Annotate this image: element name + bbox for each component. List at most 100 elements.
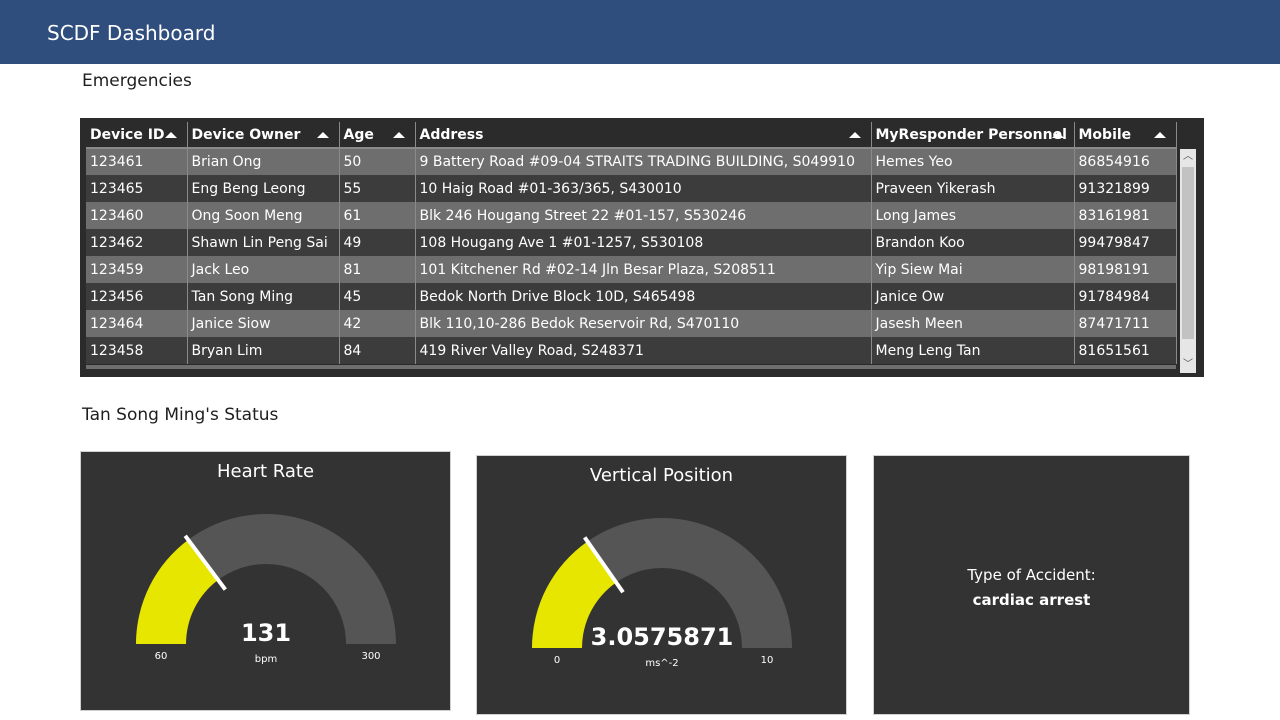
- vertical-position-gauge: 3.0575871 ms^-2 0 10: [532, 518, 792, 669]
- table-row[interactable]: 123456 Tan Song Ming 45 Bedok North Drive B…: [86, 283, 1177, 310]
- status-title: Tan Song Ming's Status: [82, 405, 279, 425]
- table-cell: Eng Beng Leong: [187, 175, 340, 202]
- table-cell: 49: [339, 229, 416, 256]
- column-header-label: Mobile: [1078, 126, 1132, 143]
- table-cell: Janice Siow: [187, 310, 340, 337]
- column-header[interactable]: Mobile: [1074, 122, 1177, 148]
- column-header[interactable]: Device Owner: [187, 122, 340, 148]
- table-row[interactable]: 123464 Janice Siow 42 Blk 110,10-286 Bedok …: [86, 310, 1177, 337]
- gauge-min-label: 60: [155, 651, 168, 662]
- column-header-label: Device Owner: [191, 126, 301, 143]
- table-row[interactable]: 123461 Brian Ong 50 9 Battery Road #09-04 S…: [86, 147, 1177, 175]
- table-cell: Hemes Yeo: [871, 147, 1075, 175]
- column-header-label: MyResponder Personnel: [875, 126, 1067, 143]
- vertical-position-card: Vertical Position 3.0575871 ms^-2 0 10: [476, 455, 847, 715]
- table-cell: Yip Siew Mai: [871, 256, 1075, 283]
- accident-type-value: cardiac arrest: [972, 591, 1091, 609]
- table-cell: 55: [339, 175, 416, 202]
- table-cell: 99479847: [1074, 229, 1177, 256]
- table-row[interactable]: 123458 Bryan Lim 84 419 River Valley Road, …: [86, 337, 1177, 364]
- gauge-unit: ms^-2: [645, 658, 678, 669]
- sort-ascending-icon[interactable]: [316, 132, 329, 138]
- table-cell: Ong Soon Meng: [187, 202, 340, 229]
- column-header-label: Address: [419, 126, 484, 143]
- table-cell: Jack Leo: [187, 256, 340, 283]
- table-cell: Tan Song Ming: [187, 283, 340, 310]
- table-cell: Blk 246 Hougang Street 22 #01-157, S5302…: [415, 202, 872, 229]
- table-cell: 42: [339, 310, 416, 337]
- table-cell: 123456: [86, 283, 188, 310]
- table-cell: 123459: [86, 256, 188, 283]
- table-cell: 9 Battery Road #09-04 STRAITS TRADING BU…: [415, 147, 872, 175]
- table-cell: 45: [339, 283, 416, 310]
- table-cell: 84: [339, 337, 416, 364]
- column-header[interactable]: MyResponder Personnel: [871, 122, 1075, 148]
- table-scrollbar[interactable]: ︿ ﹀: [1180, 149, 1196, 373]
- gauge-value: 131: [241, 619, 291, 647]
- app-title: SCDF Dashboard: [47, 21, 216, 45]
- emergencies-table: Device ID Device Owner Age Address MyRespond…: [80, 118, 1204, 377]
- table-cell: 87471711: [1074, 310, 1177, 337]
- table-header-row: Device ID Device Owner Age Address MyRespond…: [86, 122, 1177, 148]
- sort-ascending-icon[interactable]: [1051, 132, 1064, 138]
- table-cell: 10 Haig Road #01-363/365, S430010: [415, 175, 872, 202]
- table-row[interactable]: 123460 Ong Soon Meng 61 Blk 246 Hougang Str…: [86, 202, 1177, 229]
- column-header[interactable]: Age: [339, 122, 416, 148]
- column-header[interactable]: Address: [415, 122, 872, 148]
- table-cell: Long James: [871, 202, 1075, 229]
- sort-ascending-icon[interactable]: [1153, 132, 1166, 138]
- scroll-up-icon[interactable]: ︿: [1183, 152, 1193, 162]
- gauge-max-label: 300: [361, 651, 380, 662]
- table-bottom-strip: [86, 365, 1176, 369]
- table-cell: 123464: [86, 310, 188, 337]
- scroll-down-icon[interactable]: ﹀: [1183, 360, 1193, 370]
- table-cell: Janice Ow: [871, 283, 1075, 310]
- table-cell: Bedok North Drive Block 10D, S465498: [415, 283, 872, 310]
- table-cell: Meng Leng Tan: [871, 337, 1075, 364]
- scroll-thumb[interactable]: [1182, 167, 1194, 339]
- table-cell: 91784984: [1074, 283, 1177, 310]
- gauge-max-label: 10: [761, 655, 774, 666]
- table-cell: 101 Kitchener Rd #02-14 Jln Besar Plaza,…: [415, 256, 872, 283]
- top-bar: SCDF Dashboard: [0, 0, 1280, 64]
- accident-type-label: Type of Accident:: [967, 566, 1096, 584]
- table-cell: 123461: [86, 147, 188, 175]
- table-cell: 98198191: [1074, 256, 1177, 283]
- table-body: 123461 Brian Ong 50 9 Battery Road #09-04 S…: [86, 147, 1177, 364]
- table-cell: 419 River Valley Road, S248371: [415, 337, 872, 364]
- gauge-unit: bpm: [255, 654, 277, 665]
- table-cell: 83161981: [1074, 202, 1177, 229]
- sort-ascending-icon[interactable]: [848, 132, 861, 138]
- gauge-min-label: 0: [554, 655, 560, 666]
- heart-rate-gauge: 131 bpm 60 300: [136, 514, 396, 665]
- table-cell: Bryan Lim: [187, 337, 340, 364]
- table-cell: 108 Hougang Ave 1 #01-1257, S530108: [415, 229, 872, 256]
- table-cell: 123465: [86, 175, 188, 202]
- table-cell: 50: [339, 147, 416, 175]
- column-header-label: Age: [343, 126, 374, 143]
- table-row[interactable]: 123462 Shawn Lin Peng Sai 49 108 Hougang Av…: [86, 229, 1177, 256]
- sort-ascending-icon[interactable]: [164, 132, 177, 138]
- table-cell: 61: [339, 202, 416, 229]
- table-cell: 86854916: [1074, 147, 1177, 175]
- table-cell: 123462: [86, 229, 188, 256]
- table-cell: Jasesh Meen: [871, 310, 1075, 337]
- column-header-label: Device ID: [90, 126, 165, 143]
- table-cell: 81651561: [1074, 337, 1177, 364]
- table-cell: Brian Ong: [187, 147, 340, 175]
- heart-rate-card: Heart Rate 131 bpm 60 300: [80, 451, 451, 711]
- table-cell: 123460: [86, 202, 188, 229]
- emergencies-title: Emergencies: [82, 71, 192, 91]
- table-cell: Blk 110,10-286 Bedok Reservoir Rd, S4701…: [415, 310, 872, 337]
- table-row[interactable]: 123465 Eng Beng Leong 55 10 Haig Road #01-3…: [86, 175, 1177, 202]
- table-cell: Praveen Yikerash: [871, 175, 1075, 202]
- table-cell: Shawn Lin Peng Sai: [187, 229, 340, 256]
- table-row[interactable]: 123459 Jack Leo 81 101 Kitchener Rd #02-14 …: [86, 256, 1177, 283]
- column-header[interactable]: Device ID: [86, 122, 188, 148]
- sort-ascending-icon[interactable]: [392, 132, 405, 138]
- table-cell: 123458: [86, 337, 188, 364]
- accident-card: Type of Accident: cardiac arrest: [873, 455, 1190, 715]
- table-cell: Brandon Koo: [871, 229, 1075, 256]
- gauge-value: 3.0575871: [591, 623, 734, 651]
- table-cell: 91321899: [1074, 175, 1177, 202]
